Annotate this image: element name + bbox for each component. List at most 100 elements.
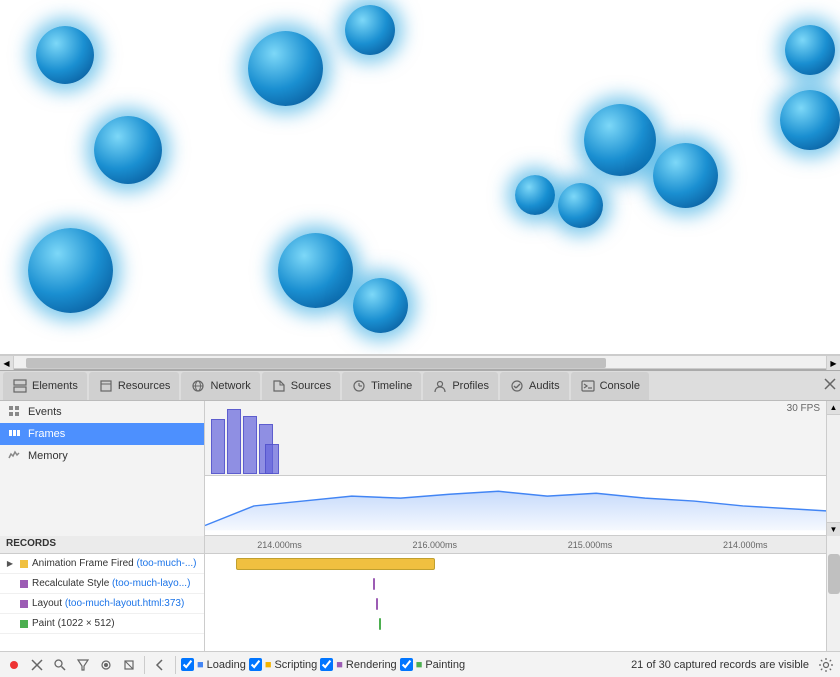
frame-bar-4	[265, 444, 279, 474]
frame-bar-1	[227, 409, 241, 474]
scripting-checkbox[interactable]	[249, 658, 262, 671]
record-row-0[interactable]: ▶Animation Frame Fired (too-much-...)	[0, 554, 204, 574]
record-color-0	[20, 560, 28, 568]
record-label-3: Paint (1022 × 512)	[32, 618, 115, 629]
record-bar-row-3	[205, 614, 826, 634]
record-bar-recalc	[373, 578, 375, 590]
ruler-mark: 216.000ms	[413, 540, 458, 550]
painting-checkbox[interactable]	[400, 658, 413, 671]
bubble	[94, 116, 162, 184]
back-button[interactable]	[150, 655, 170, 675]
profiles-icon	[432, 378, 448, 394]
vertical-scrollbar-timeline[interactable]: ▲ ▼	[826, 401, 840, 536]
scripting-checkbox-label[interactable]: ■ Scripting	[249, 658, 317, 671]
rendering-label: Rendering	[346, 659, 397, 671]
tab-sources-label: Sources	[291, 380, 331, 392]
resources-icon	[98, 378, 114, 394]
tab-profiles[interactable]: Profiles	[423, 372, 498, 400]
tab-resources-label: Resources	[118, 380, 171, 392]
record-bar-layout	[376, 598, 378, 610]
tab-memory[interactable]: Memory	[0, 445, 204, 467]
bottom-toolbar: ■ Loading ■ Scripting ■ Rendering ■ Pain…	[0, 651, 840, 677]
record-link-2[interactable]: (too-much-layout.html:373)	[65, 598, 185, 609]
record-bar-row-0	[205, 554, 826, 574]
records-timeline: 214.000ms216.000ms215.000ms214.000ms	[205, 536, 826, 651]
memory-label: Memory	[28, 450, 68, 462]
tab-bar: Elements Resources Network Sources Timel…	[0, 371, 840, 401]
record-row-2[interactable]: Layout (too-much-layout.html:373)	[0, 594, 204, 614]
filter-button[interactable]	[73, 655, 93, 675]
network-icon	[190, 378, 206, 394]
bubble-canvas	[0, 0, 840, 354]
bubble	[785, 25, 835, 75]
bubble	[515, 175, 555, 215]
frames-label: Frames	[28, 428, 65, 440]
records-header: RECORDS	[0, 536, 204, 554]
record-link-0[interactable]: (too-much-...)	[136, 558, 196, 569]
tab-console[interactable]: Console	[571, 372, 649, 400]
memory-icon	[8, 449, 22, 463]
bubble	[353, 278, 408, 333]
audits-icon	[509, 378, 525, 394]
ruler-mark: 215.000ms	[568, 540, 613, 550]
clear-button[interactable]	[27, 655, 47, 675]
scrollbar-thumb[interactable]	[26, 358, 606, 368]
fps-label: 30 FPS	[787, 403, 820, 414]
records-scrollbar-thumb[interactable]	[828, 554, 840, 594]
record-dot-button[interactable]	[96, 655, 116, 675]
tab-network-label: Network	[210, 380, 250, 392]
tab-audits[interactable]: Audits	[500, 372, 569, 400]
settings-button[interactable]	[816, 655, 836, 675]
tab-network[interactable]: Network	[181, 372, 259, 400]
ruler-mark: 214.000ms	[257, 540, 302, 550]
record-label-1: Recalculate Style (too-much-layo...)	[32, 578, 190, 589]
frame-bars-area: 30 FPS	[205, 401, 826, 476]
scroll-up-arrow[interactable]: ▲	[827, 401, 840, 415]
painting-color-dot: ■	[416, 659, 423, 671]
browser-viewport	[0, 0, 840, 355]
record-row-1[interactable]: Recalculate Style (too-much-layo...)	[0, 574, 204, 594]
rendering-checkbox-label[interactable]: ■ Rendering	[320, 658, 396, 671]
record-bar-animation	[236, 558, 435, 570]
sources-icon	[271, 378, 287, 394]
left-panel-tabs: Events Frames Memory	[0, 401, 204, 467]
devtools-panel: Elements Resources Network Sources Timel…	[0, 369, 840, 677]
loading-checkbox-label[interactable]: ■ Loading	[181, 658, 246, 671]
scroll-down-arrow[interactable]: ▼	[827, 522, 840, 536]
events-label: Events	[28, 406, 62, 418]
records-section: RECORDS ▶Animation Frame Fired (too-much…	[0, 536, 840, 651]
status-text: 21 of 30 captured records are visible	[631, 659, 809, 671]
scroll-right-arrow[interactable]: ▶	[826, 356, 840, 370]
bubble	[278, 233, 353, 308]
tab-events[interactable]: Events	[0, 401, 204, 423]
left-panel: Events Frames Memory	[0, 401, 205, 536]
tab-elements[interactable]: Elements	[3, 372, 87, 400]
tab-sources[interactable]: Sources	[262, 372, 340, 400]
search-button[interactable]	[50, 655, 70, 675]
painting-checkbox-label[interactable]: ■ Painting	[400, 658, 465, 671]
timeline-body: Events Frames Memory	[0, 401, 840, 536]
tab-resources[interactable]: Resources	[89, 372, 180, 400]
tab-frames[interactable]: Frames	[0, 423, 204, 445]
timeline-ruler: 214.000ms216.000ms215.000ms214.000ms	[205, 536, 826, 554]
records-vertical-scrollbar[interactable]	[826, 536, 840, 651]
play-button-0[interactable]: ▶	[4, 558, 16, 570]
loading-checkbox[interactable]	[181, 658, 194, 671]
tab-console-label: Console	[600, 380, 640, 392]
record-button[interactable]	[4, 655, 24, 675]
record-label-2: Layout (too-much-layout.html:373)	[32, 598, 184, 609]
stop-button[interactable]	[119, 655, 139, 675]
scroll-left-arrow[interactable]: ◀	[0, 356, 14, 370]
tab-audits-label: Audits	[529, 380, 560, 392]
record-color-1	[20, 580, 28, 588]
bubble	[558, 183, 603, 228]
record-bar-row-2	[205, 594, 826, 614]
record-row-3[interactable]: Paint (1022 × 512)	[0, 614, 204, 634]
horizontal-scrollbar[interactable]: ◀ ▶	[0, 355, 840, 369]
tab-timeline[interactable]: Timeline	[342, 372, 421, 400]
tab-elements-label: Elements	[32, 380, 78, 392]
record-link-1[interactable]: (too-much-layo...)	[112, 578, 190, 589]
close-devtools-button[interactable]	[822, 376, 838, 395]
record-bar-row-1	[205, 574, 826, 594]
rendering-checkbox[interactable]	[320, 658, 333, 671]
